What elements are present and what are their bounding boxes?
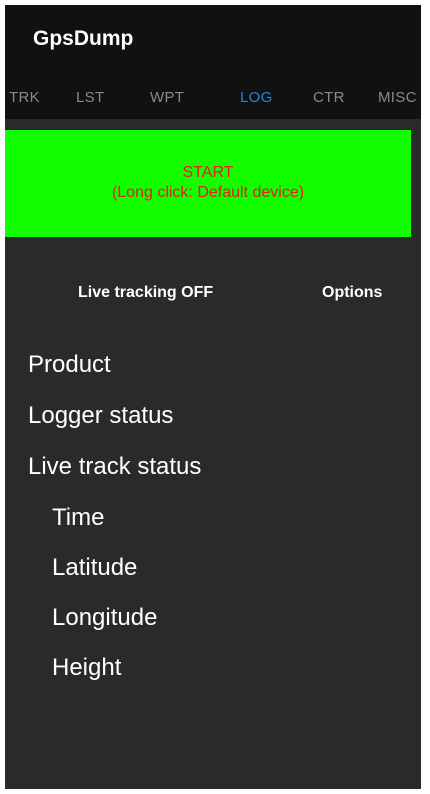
app-title: GpsDump (33, 27, 134, 50)
app-bar: GpsDump TRK LST WPT LOG CTR MISC (5, 5, 421, 119)
tab-trk[interactable]: TRK (9, 89, 40, 106)
tab-lst[interactable]: LST (76, 89, 104, 106)
tab-wpt[interactable]: WPT (150, 89, 184, 106)
height-label: Height (52, 654, 122, 681)
time-label: Time (52, 504, 105, 531)
start-button-hint: (Long click: Default device) (111, 184, 305, 201)
longitude-label: Longitude (52, 604, 158, 631)
start-button[interactable]: START (Long click: Default device) (5, 130, 411, 237)
latitude-label: Latitude (52, 554, 138, 581)
tab-misc[interactable]: MISC (378, 89, 417, 106)
options-button[interactable]: Options (322, 284, 382, 302)
tab-log[interactable]: LOG (240, 89, 273, 106)
start-button-label: START (182, 164, 234, 181)
logger-status-label: Logger status (28, 402, 174, 429)
tab-ctr[interactable]: CTR (313, 89, 345, 106)
live-tracking-button[interactable]: Live tracking OFF (78, 284, 213, 302)
product-label: Product (28, 351, 111, 378)
app-screen: GpsDump TRK LST WPT LOG CTR MISC START (… (5, 5, 421, 789)
tab-bar: TRK LST WPT LOG CTR MISC (5, 83, 421, 119)
live-track-status-label: Live track status (28, 453, 202, 480)
